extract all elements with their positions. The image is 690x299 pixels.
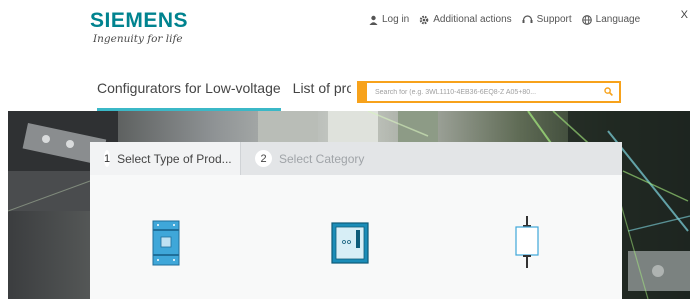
globe-icon	[581, 14, 592, 25]
logo-tagline: Ingenuity for life	[93, 33, 183, 45]
step-select-category[interactable]: 2 Select Category	[240, 142, 622, 175]
tab-configurators[interactable]: Configurators for Low-voltage	[97, 80, 281, 111]
tab-list-of-products[interactable]: List of products	[293, 80, 351, 102]
user-icon	[369, 15, 378, 25]
login-link[interactable]: Log in	[369, 14, 409, 25]
step-label: Select Category	[279, 151, 365, 166]
step-number: 1	[104, 150, 111, 167]
product-cards	[90, 175, 622, 299]
molded-case-breaker-icon[interactable]	[152, 220, 180, 271]
configurator-wizard: 1 Select Type of Prod... 2 Select Catego…	[90, 142, 622, 299]
logo-wordmark: SIEMENS	[90, 9, 189, 32]
step-number: 2	[255, 150, 272, 167]
language-label: Language	[595, 14, 641, 25]
language-link[interactable]: Language	[581, 14, 641, 25]
header-actions: Log in Additional actions Support Langua…	[369, 14, 640, 25]
search-input[interactable]	[365, 88, 604, 96]
gear-icon	[419, 15, 429, 25]
support-link[interactable]: Support	[522, 14, 572, 25]
support-label: Support	[536, 14, 572, 25]
search-icon[interactable]	[604, 83, 613, 101]
additional-actions-link[interactable]: Additional actions	[419, 14, 512, 25]
fuse-switch-icon[interactable]	[514, 215, 540, 274]
search-box	[357, 81, 621, 103]
headset-icon	[522, 14, 533, 25]
step-select-type[interactable]: 1 Select Type of Prod...	[90, 142, 240, 175]
close-icon[interactable]: X	[681, 9, 688, 21]
step-label: Select Type of Prod...	[117, 151, 232, 166]
siemens-logo[interactable]: SIEMENS Ingenuity for life	[90, 10, 188, 45]
wizard-steps: 1 Select Type of Prod... 2 Select Catego…	[90, 142, 622, 175]
additional-actions-label: Additional actions	[433, 14, 512, 25]
login-label: Log in	[382, 14, 410, 25]
air-circuit-breaker-icon[interactable]	[331, 222, 369, 269]
main-nav: Configurators for Low-voltage List of pr…	[97, 80, 351, 111]
